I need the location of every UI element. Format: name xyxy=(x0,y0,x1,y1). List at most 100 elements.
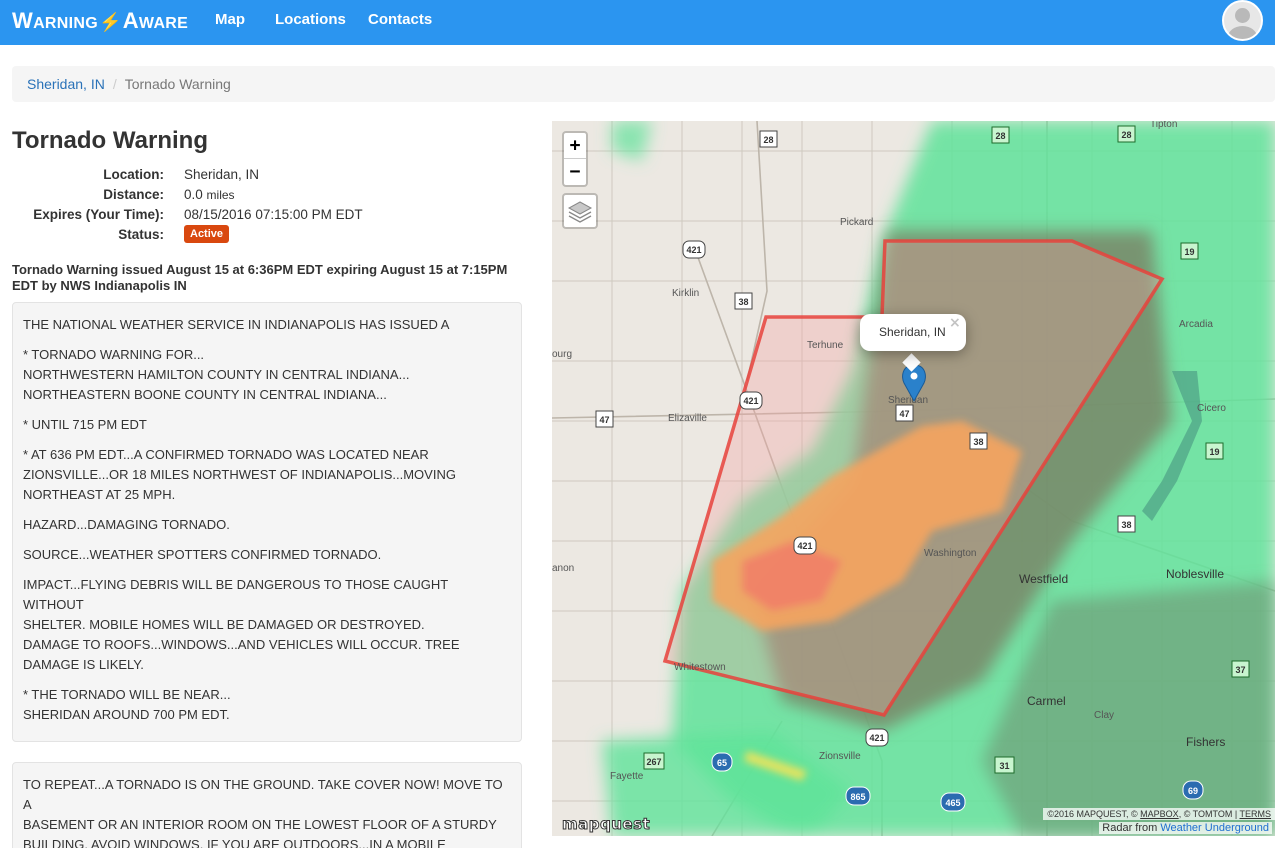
route-shield: 69 xyxy=(1182,780,1204,800)
svg-text:267: 267 xyxy=(646,757,661,767)
popup-close-icon[interactable]: × xyxy=(949,315,961,331)
bulletin-paragraph: * THE TORNADO WILL BE NEAR... SHERIDAN A… xyxy=(23,687,231,722)
nav-contacts[interactable]: Contacts xyxy=(368,11,432,28)
map-label: Cicero xyxy=(1197,403,1226,414)
svg-text:31: 31 xyxy=(999,761,1009,771)
detail-status: Status: Active xyxy=(12,224,512,244)
svg-text:421: 421 xyxy=(797,541,812,551)
route-shield: 421 xyxy=(739,391,763,410)
route-shield: 28 xyxy=(991,126,1010,144)
bulletin-paragraph: * AT 636 PM EDT...A CONFIRMED TORNADO WA… xyxy=(23,447,456,502)
svg-text:38: 38 xyxy=(973,437,983,447)
bulletin-paragraph: HAZARD...DAMAGING TORNADO. xyxy=(23,517,230,532)
radar-credit: Radar from Weather Underground xyxy=(1099,822,1272,834)
svg-text:28: 28 xyxy=(1121,130,1131,140)
map-label: Terhune xyxy=(807,340,844,351)
zoom-in-button[interactable]: + xyxy=(564,133,586,159)
svg-text:38: 38 xyxy=(738,297,748,307)
mapbox-link[interactable]: MAPBOX xyxy=(1140,809,1179,819)
page-title: Tornado Warning xyxy=(12,127,208,154)
breadcrumb-current: Tornado Warning xyxy=(124,76,231,92)
svg-text:65: 65 xyxy=(717,758,727,768)
svg-text:69: 69 xyxy=(1188,786,1198,796)
map-label: Tipton xyxy=(1150,121,1177,130)
detail-expires: Expires (Your Time): 08/15/2016 07:15:00… xyxy=(33,206,363,222)
terms-link[interactable]: TERMS xyxy=(1240,809,1272,819)
map-label: Carmel xyxy=(1027,694,1066,708)
svg-text:47: 47 xyxy=(599,415,609,425)
svg-text:47: 47 xyxy=(899,409,909,419)
svg-text:19: 19 xyxy=(1209,447,1219,457)
route-shield: 65 xyxy=(711,752,733,772)
svg-text:38: 38 xyxy=(1121,520,1131,530)
breadcrumb: Sheridan, IN / Tornado Warning xyxy=(12,66,1275,102)
zoom-control: + − xyxy=(562,131,588,187)
layers-button[interactable] xyxy=(562,193,598,229)
route-shield: 865 xyxy=(845,786,871,806)
map-attribution: ©2016 MAPQUEST, © MAPBOX, © TOMTOM | TER… xyxy=(1043,808,1275,820)
svg-text:28: 28 xyxy=(763,135,773,145)
route-shield: 28 xyxy=(759,130,778,148)
svg-text:865: 865 xyxy=(850,792,865,802)
user-avatar[interactable] xyxy=(1222,0,1263,41)
route-shield: 38 xyxy=(1117,515,1136,533)
route-shield: 37 xyxy=(1231,660,1250,678)
route-shield: 47 xyxy=(595,410,614,428)
bulletin-paragraph: * TORNADO WARNING FOR... NORTHWESTERN HA… xyxy=(23,347,410,402)
user-icon xyxy=(1235,8,1250,23)
breadcrumb-location-link[interactable]: Sheridan, IN xyxy=(27,76,105,92)
bulletin-paragraph: IMPACT...FLYING DEBRIS WILL BE DANGEROUS… xyxy=(23,577,460,672)
map-label: anon xyxy=(552,563,574,574)
map-label: ourg xyxy=(552,349,572,360)
route-shield: 421 xyxy=(682,240,706,259)
zoom-out-button[interactable]: − xyxy=(564,159,586,185)
svg-text:465: 465 xyxy=(945,798,960,808)
map-label: Fayette xyxy=(610,771,644,782)
map-label: Clay xyxy=(1094,710,1114,721)
map-label: Zionsville xyxy=(819,751,861,762)
bulletin-paragraph: * UNTIL 715 PM EDT xyxy=(23,417,147,432)
weather-underground-link[interactable]: Weather Underground xyxy=(1160,822,1269,834)
map-label: Washington xyxy=(924,548,976,559)
bulletin-text-continued: TO REPEAT...A TORNADO IS ON THE GROUND. … xyxy=(12,762,522,848)
map-label: Noblesville xyxy=(1166,567,1224,581)
svg-text:28: 28 xyxy=(995,131,1005,141)
svg-text:421: 421 xyxy=(869,733,884,743)
nav-map[interactable]: Map xyxy=(215,11,245,28)
detail-distance: Distance: 0.0 miles xyxy=(103,186,235,202)
brand-logo[interactable]: WARNING⚡AWARE xyxy=(12,8,188,34)
lightning-icon: ⚡ xyxy=(99,12,122,32)
svg-text:421: 421 xyxy=(743,396,758,406)
status-badge: Active xyxy=(184,225,230,243)
radar-map[interactable]: Pickard Kirklin Terhune Sheridan Elizavi… xyxy=(552,121,1275,836)
alert-headline: Tornado Warning issued August 15 at 6:36… xyxy=(12,262,508,293)
route-shield: 19 xyxy=(1205,442,1224,460)
route-shield: 38 xyxy=(969,432,988,450)
bulletin-paragraph: SOURCE...WEATHER SPOTTERS CONFIRMED TORN… xyxy=(23,547,382,562)
route-shield: 267 xyxy=(643,752,665,770)
map-label: Elizaville xyxy=(668,413,707,424)
alert-details: Location: Sheridan, IN Distance: 0.0 mil… xyxy=(12,164,512,244)
top-navbar: WARNING⚡AWARE Map Locations Contacts xyxy=(0,0,1275,45)
map-label: Whitestown xyxy=(674,662,726,673)
route-shield: 421 xyxy=(865,728,889,747)
map-label: Arcadia xyxy=(1179,319,1213,330)
bulletin-text: THE NATIONAL WEATHER SERVICE IN INDIANAP… xyxy=(12,302,522,742)
bulletin-paragraph: THE NATIONAL WEATHER SERVICE IN INDIANAP… xyxy=(23,317,450,332)
nav-locations[interactable]: Locations xyxy=(275,11,346,28)
route-shield: 421 xyxy=(793,536,817,555)
map-label: Fishers xyxy=(1186,735,1225,749)
map-label: Pickard xyxy=(840,217,873,228)
route-shield: 38 xyxy=(734,292,753,310)
route-shield: 28 xyxy=(1117,125,1136,143)
map-label: Sheridan xyxy=(888,395,928,406)
svg-text:19: 19 xyxy=(1184,247,1194,257)
map-label: Westfield xyxy=(1019,572,1068,586)
layers-icon xyxy=(567,201,593,223)
mapquest-logo[interactable]: mapquest xyxy=(561,815,650,834)
map-label: Kirklin xyxy=(672,288,699,299)
route-shield: 19 xyxy=(1180,242,1199,260)
svg-text:37: 37 xyxy=(1235,665,1245,675)
bulletin-paragraph: TO REPEAT...A TORNADO IS ON THE GROUND. … xyxy=(23,777,503,848)
detail-location: Location: Sheridan, IN xyxy=(103,166,260,182)
